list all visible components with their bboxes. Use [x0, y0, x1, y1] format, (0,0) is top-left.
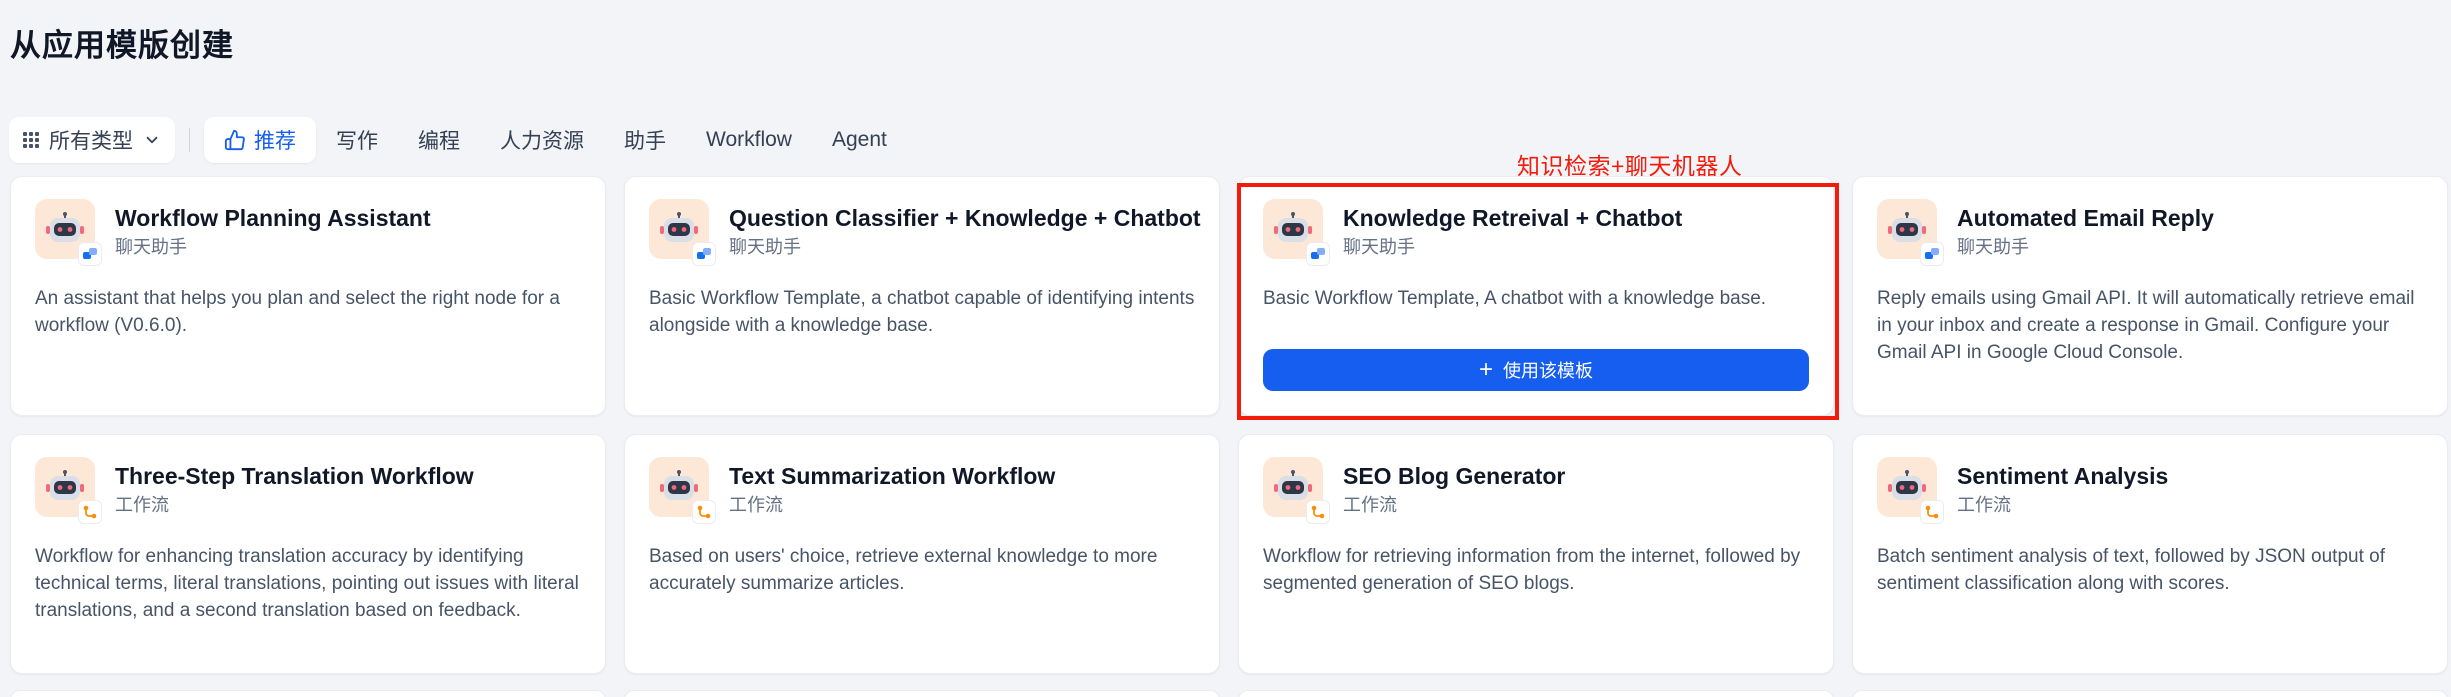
- card-description: Workflow for retrieving information from…: [1263, 546, 1801, 594]
- tab-writing[interactable]: 写作: [316, 117, 398, 163]
- robot-icon: [1888, 470, 1926, 500]
- card-description: Basic Workflow Template, a chatbot capab…: [649, 288, 1195, 336]
- workflow-icon: [1311, 505, 1325, 519]
- card-description: An assistant that helps you plan and sel…: [35, 288, 560, 336]
- template-card-partial[interactable]: [1852, 690, 2448, 697]
- thumbs-up-icon: [224, 129, 245, 151]
- app-template-page: 从应用模版创建 所有类型 推荐 写作 编程 人力资源 助手 Workflow A…: [0, 0, 2451, 697]
- template-card[interactable]: Question Classifier + Knowledge + Chatbo…: [624, 176, 1220, 416]
- chat-mode-badge: [1920, 242, 1944, 266]
- app-avatar: [649, 199, 716, 266]
- type-select-label: 所有类型: [49, 130, 133, 153]
- workflow-mode-badge: [78, 500, 102, 524]
- tab-label: 人力资源: [500, 130, 584, 153]
- app-avatar: [1877, 457, 1944, 524]
- card-title: SEO Blog Generator: [1343, 463, 1566, 489]
- card-mode: 工作流: [729, 495, 783, 515]
- tab-label: Workflow: [706, 128, 792, 151]
- filter-divider: [189, 128, 190, 152]
- chat-mode-badge: [78, 242, 102, 266]
- app-avatar: [649, 457, 716, 524]
- template-card[interactable]: Automated Email Reply 聊天助手 Reply emails …: [1852, 176, 2448, 416]
- card-description: Reply emails using Gmail API. It will au…: [1877, 288, 2415, 363]
- card-description: Batch sentiment analysis of text, follow…: [1877, 546, 2385, 594]
- tab-agent[interactable]: Agent: [812, 117, 907, 163]
- page-title: 从应用模版创建: [10, 28, 234, 63]
- chat-bubble-icon: [83, 248, 97, 259]
- tab-label: 推荐: [254, 130, 296, 153]
- template-card-partial[interactable]: [624, 690, 1220, 697]
- workflow-mode-badge: [1306, 500, 1330, 524]
- template-card[interactable]: SEO Blog Generator 工作流 Workflow for retr…: [1238, 434, 1834, 674]
- card-description: Workflow for enhancing translation accur…: [35, 546, 579, 621]
- card-mode: 工作流: [1343, 495, 1397, 515]
- robot-icon: [46, 470, 84, 500]
- tab-programming[interactable]: 编程: [398, 117, 480, 163]
- robot-icon: [660, 212, 698, 242]
- chat-bubble-icon: [697, 248, 711, 259]
- template-card[interactable]: Text Summarization Workflow 工作流 Based on…: [624, 434, 1220, 674]
- template-card-partial[interactable]: [10, 690, 606, 697]
- app-avatar: [1263, 457, 1330, 524]
- robot-icon: [660, 470, 698, 500]
- workflow-mode-badge: [1920, 500, 1944, 524]
- card-title: Workflow Planning Assistant: [115, 205, 431, 231]
- robot-icon: [1888, 212, 1926, 242]
- card-title: Automated Email Reply: [1957, 205, 2214, 231]
- chevron-down-icon: [146, 136, 158, 144]
- card-mode: 聊天助手: [729, 237, 801, 257]
- tab-label: 助手: [624, 130, 666, 153]
- filter-bar: 所有类型 推荐 写作 编程 人力资源 助手 Workflow Agent: [9, 116, 907, 164]
- workflow-icon: [83, 505, 97, 519]
- card-mode: 聊天助手: [1957, 237, 2029, 257]
- tab-label: 编程: [418, 130, 460, 153]
- card-title: Three-Step Translation Workflow: [115, 463, 474, 489]
- template-card[interactable]: Sentiment Analysis 工作流 Batch sentiment a…: [1852, 434, 2448, 674]
- robot-icon: [1274, 470, 1312, 500]
- tab-assistant[interactable]: 助手: [604, 117, 686, 163]
- tab-hr[interactable]: 人力资源: [480, 117, 604, 163]
- type-select-dropdown[interactable]: 所有类型: [9, 117, 175, 163]
- template-card-partial[interactable]: [1238, 690, 1834, 697]
- template-card[interactable]: Three-Step Translation Workflow 工作流 Work…: [10, 434, 606, 674]
- tab-label: 写作: [336, 130, 378, 153]
- card-mode: 工作流: [115, 495, 169, 515]
- app-avatar: [35, 457, 102, 524]
- card-title: Question Classifier + Knowledge + Chatbo…: [729, 205, 1201, 231]
- grid-icon: [23, 132, 39, 148]
- app-avatar: [1877, 199, 1944, 266]
- tab-label: Agent: [831, 128, 887, 151]
- workflow-mode-badge: [692, 500, 716, 524]
- card-mode: 工作流: [1957, 495, 2011, 515]
- card-description: Based on users' choice, retrieve externa…: [649, 546, 1158, 594]
- template-card[interactable]: Workflow Planning Assistant 聊天助手 An assi…: [10, 176, 606, 416]
- workflow-icon: [697, 505, 711, 519]
- tab-workflow[interactable]: Workflow: [686, 117, 812, 163]
- chat-mode-badge: [692, 242, 716, 266]
- card-mode: 聊天助手: [115, 237, 187, 257]
- tab-recommended[interactable]: 推荐: [204, 117, 316, 163]
- card-title: Sentiment Analysis: [1957, 463, 2169, 489]
- chat-bubble-icon: [1925, 248, 1939, 259]
- workflow-icon: [1925, 505, 1939, 519]
- annotation-highlight-box: [1237, 183, 1839, 420]
- robot-icon: [46, 212, 84, 242]
- app-avatar: [35, 199, 102, 266]
- card-title: Text Summarization Workflow: [729, 463, 1056, 489]
